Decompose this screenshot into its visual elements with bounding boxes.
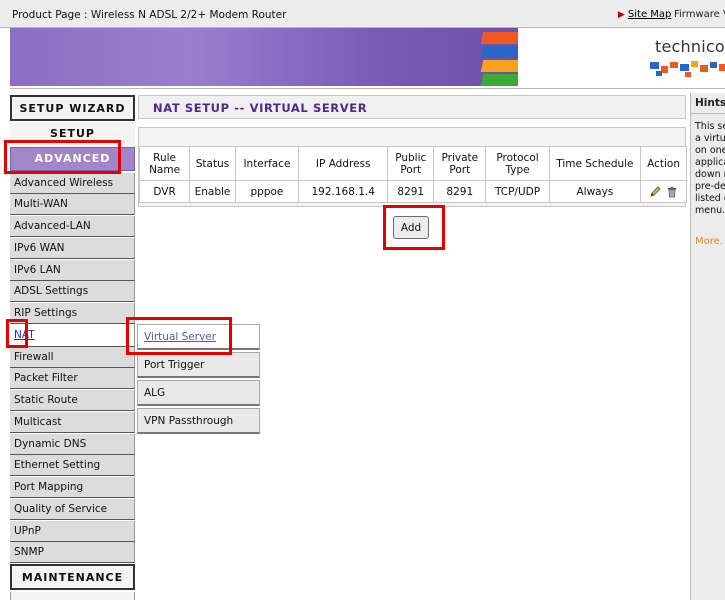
banner-stripe-green — [480, 74, 522, 86]
hints-line: This se — [695, 121, 725, 132]
col-header-ip-address: IP Address — [298, 146, 389, 181]
hints-line: down r — [695, 169, 725, 180]
submenu-item-alg[interactable]: ALG — [137, 380, 260, 406]
sidebar-item-adsl-settings[interactable]: ADSL Settings — [10, 281, 135, 302]
col-header-time-schedule: Time Schedule — [548, 146, 642, 181]
col-header-action: Action — [640, 146, 687, 181]
header-banner: technico — [10, 28, 725, 86]
hints-line: listed o — [695, 193, 725, 204]
banner-graphic — [10, 28, 518, 86]
hints-line: a virtu — [695, 133, 725, 144]
sidebar-item-dynamic-dns[interactable]: Dynamic DNS — [10, 434, 135, 455]
cell-interface: pppoe — [234, 180, 300, 203]
table-row: DVR Enable pppoe 192.168.1.4 8291 8291 T… — [138, 180, 687, 203]
top-bar: Product Page : Wireless N ADSL 2/2+ Mode… — [0, 0, 725, 28]
sidebar-item-advanced-wireless[interactable]: Advanced Wireless — [10, 173, 135, 194]
col-header-interface: Interface — [234, 146, 300, 181]
cell-status: Enable — [189, 180, 236, 203]
sidebar-item-multi-wan[interactable]: Multi-WAN — [10, 194, 135, 215]
hints-line: pre-de — [695, 181, 725, 192]
highlight-advanced — [4, 140, 121, 174]
sidebar-item-static-route[interactable]: Static Route — [10, 390, 135, 411]
banner-stripe-yellow — [480, 60, 522, 72]
virtual-server-table: Rule Name Status Interface IP Address Pu… — [138, 146, 687, 203]
sidebar-item-snmp[interactable]: SNMP — [10, 542, 135, 563]
virtual-server-table-panel: Rule Name Status Interface IP Address Pu… — [138, 127, 687, 207]
edit-pencil-icon[interactable] — [649, 185, 661, 198]
nav-next-section-edge — [10, 592, 135, 600]
brand-logo: technico — [655, 37, 725, 56]
page-title-bar: NAT SETUP -- VIRTUAL SERVER — [138, 95, 686, 119]
col-header-protocol-type: Protocol Type — [485, 146, 550, 181]
hints-divider — [691, 113, 725, 114]
firmware-version: Firmware V — [674, 9, 725, 20]
cell-private-port: 8291 — [433, 180, 487, 203]
header-divider — [10, 88, 725, 89]
sitemap-link-wrap: ▶ Site Map — [618, 9, 671, 20]
nav-setup-wizard[interactable]: SETUP WIZARD — [10, 95, 135, 121]
cell-time-schedule: Always — [548, 180, 642, 203]
submenu-item-port-trigger[interactable]: Port Trigger — [137, 352, 260, 378]
col-header-private-port: Private Port — [433, 146, 487, 181]
hints-line: menu. — [695, 205, 725, 216]
col-header-public-port: Public Port — [387, 146, 435, 181]
hints-panel: Hints: This se a virtu on one applica do… — [690, 93, 725, 600]
col-header-rule-name: Rule Name — [138, 146, 191, 181]
highlight-virtual-server — [126, 317, 232, 355]
cell-protocol-type: TCP/UDP — [485, 180, 550, 203]
banner-stripe-orange — [480, 32, 522, 44]
sidebar-item-port-mapping[interactable]: Port Mapping — [10, 477, 135, 498]
hints-line: on one — [695, 145, 725, 156]
sitemap-link[interactable]: Site Map — [628, 9, 671, 20]
sidebar-item-packet-filter[interactable]: Packet Filter — [10, 368, 135, 389]
sidebar-item-advanced-lan[interactable]: Advanced-LAN — [10, 216, 135, 237]
cell-action — [640, 180, 687, 203]
cell-rule-name: DVR — [138, 180, 191, 203]
banner-stripe-blue — [480, 46, 522, 58]
sidebar-item-firewall[interactable]: Firewall — [10, 347, 135, 368]
hints-line: applica — [695, 157, 725, 168]
sidebar-item-ipv6-lan[interactable]: IPv6 LAN — [10, 260, 135, 281]
hints-more-link[interactable]: More. — [695, 236, 723, 247]
hints-text: This se a virtu on one applica down r pr… — [695, 121, 725, 217]
sidebar-item-ethernet-setting[interactable]: Ethernet Setting — [10, 455, 135, 476]
highlight-add-button — [383, 205, 445, 250]
cell-ip-address: 192.168.1.4 — [298, 180, 389, 203]
hints-title: Hints: — [695, 97, 725, 109]
highlight-nat — [6, 319, 28, 348]
sidebar-item-ipv6-wan[interactable]: IPv6 WAN — [10, 238, 135, 259]
nav-maintenance[interactable]: MAINTENANCE — [10, 564, 135, 590]
col-header-status: Status — [189, 146, 236, 181]
delete-trash-icon[interactable] — [666, 186, 678, 198]
sidebar-item-rip-settings[interactable]: RIP Settings — [10, 303, 135, 324]
arrow-right-icon: ▶ — [618, 10, 625, 20]
brand-dots-icon — [650, 61, 725, 77]
sidebar-item-upnp[interactable]: UPnP — [10, 521, 135, 542]
page-title: NAT SETUP -- VIRTUAL SERVER — [153, 101, 368, 115]
sidebar-item-multicast[interactable]: Multicast — [10, 412, 135, 433]
cell-public-port: 8291 — [387, 180, 435, 203]
table-header-row: Rule Name Status Interface IP Address Pu… — [138, 146, 687, 181]
sidebar-item-nat[interactable]: NAT — [10, 324, 135, 347]
product-title: Product Page : Wireless N ADSL 2/2+ Mode… — [12, 9, 287, 21]
sidebar-item-quality-of-service[interactable]: Quality of Service — [10, 499, 135, 520]
submenu-item-vpn-passthrough[interactable]: VPN Passthrough — [137, 408, 260, 434]
